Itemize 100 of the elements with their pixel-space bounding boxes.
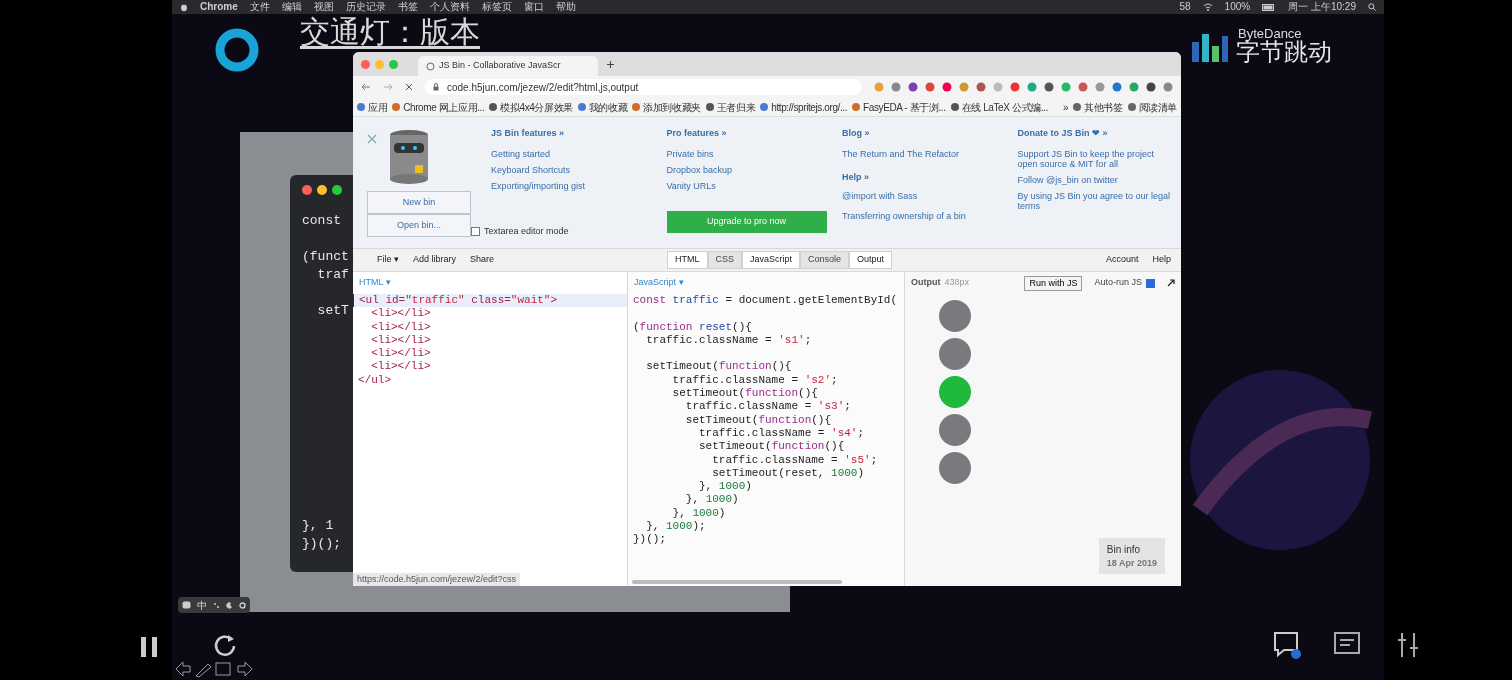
- code-line: traffic.className = 's3';: [684, 400, 852, 414]
- toolbar-link[interactable]: Help: [1152, 253, 1171, 267]
- menu-item[interactable]: 历史记录: [345, 1, 386, 13]
- code-line: </ul>: [357, 373, 392, 388]
- panel-label[interactable]: JavaScript ▾: [628, 272, 690, 294]
- wifi-icon: [1202, 3, 1213, 11]
- bookmark[interactable]: 模拟4x4分屏效果: [489, 99, 573, 115]
- panel-tab[interactable]: CSS: [707, 251, 742, 269]
- panel-tab[interactable]: Output: [849, 251, 893, 269]
- code-line: <li></li>: [370, 307, 432, 321]
- panel-label[interactable]: HTML ▾: [353, 272, 397, 294]
- code-line: traffic.className = 's5';: [711, 453, 879, 467]
- battery-percent: 100%: [1224, 1, 1251, 13]
- bookmark[interactable]: 王者归来: [705, 99, 756, 115]
- menu-link[interactable]: Keyboard Shortcuts: [491, 164, 647, 175]
- code-line: traffic.className = 's1';: [645, 333, 813, 348]
- checkbox[interactable]: [1146, 278, 1155, 288]
- panel-tab[interactable]: Console: [800, 251, 850, 269]
- menu-link[interactable]: By using JS Bin you agree to our legal terms: [1017, 190, 1173, 211]
- toolbar-link[interactable]: File ▾: [377, 253, 399, 267]
- circle-logo-icon: [215, 28, 259, 72]
- menu-heading[interactable]: Help »: [842, 170, 998, 184]
- menu-link[interactable]: Support JS Bin to keep the project open source & MIT for all: [1017, 148, 1173, 169]
- menu-item[interactable]: 窗口: [523, 1, 544, 13]
- moon-icon: [226, 601, 233, 609]
- slide-title: 交通灯：版本: [300, 15, 480, 49]
- battery-icon: [1262, 3, 1277, 11]
- bookmark[interactable]: http://spritejs.org/...: [760, 99, 848, 115]
- menu-item[interactable]: 帮助: [555, 1, 576, 13]
- checkbox[interactable]: [471, 227, 480, 237]
- menu-item[interactable]: 个人资料: [429, 1, 470, 13]
- code-line: const: [302, 212, 341, 229]
- menu-item[interactable]: 书签: [397, 1, 418, 13]
- bookmark-folder[interactable]: 其他书签: [1073, 99, 1123, 115]
- toolbar-link[interactable]: Add library: [413, 253, 457, 267]
- menu-link[interactable]: @import with Sass: [842, 190, 998, 204]
- menu-item[interactable]: 视图: [313, 1, 334, 13]
- menu-link[interactable]: The Return and The Refactor: [842, 148, 998, 159]
- bookmark[interactable]: Chrome 网上应用...: [392, 99, 485, 115]
- bin-date: 18 Apr 2019: [1106, 556, 1157, 570]
- code-line: setT: [316, 302, 349, 319]
- settings-icon: [239, 601, 246, 609]
- code-line: setTimeout(reset, 1000): [711, 466, 866, 481]
- code-line: traffic.className = 's4';: [698, 426, 866, 441]
- close-icon: [405, 83, 413, 91]
- arrow-icon: [1167, 279, 1175, 287]
- run-button[interactable]: Run with JS: [1024, 275, 1083, 291]
- code-line: <li></li>: [370, 347, 432, 361]
- code-line: <li></li>: [370, 333, 432, 348]
- status-url: https://code.h5jun.com/jezew/2/edit?css: [353, 573, 521, 586]
- code-line: traffic.className = 's2';: [671, 373, 839, 388]
- code-line: })();: [302, 535, 341, 552]
- menu-link[interactable]: Follow @js_bin on twitter: [1017, 174, 1173, 185]
- menu-item[interactable]: 编辑: [281, 1, 302, 13]
- menu-heading[interactable]: JS Bin features »: [491, 127, 647, 141]
- bookmark[interactable]: 在线 LaTeX 公式编...: [950, 99, 1048, 115]
- menu-item[interactable]: 文件: [249, 1, 270, 13]
- bookmark[interactable]: 添加到收藏夹: [632, 99, 701, 115]
- code-line: traf: [316, 266, 349, 283]
- menu-heading[interactable]: Blog »: [842, 127, 998, 141]
- address-bar[interactable]: code.h5jun.com/jezew/2/edit?html,js,output: [425, 79, 862, 95]
- panel-tab[interactable]: JavaScript: [742, 251, 801, 269]
- menu-link[interactable]: Private bins: [666, 148, 822, 159]
- status-count: 58: [1179, 1, 1191, 13]
- menu-button[interactable]: New bin: [367, 191, 471, 214]
- menu-link[interactable]: Exporting/importing gist: [491, 180, 647, 191]
- scrollbar[interactable]: [632, 580, 842, 584]
- comment-icon: [1272, 630, 1302, 660]
- code-line: setTimeout(function(){: [671, 387, 819, 401]
- drawing-tools-icon: [174, 660, 254, 678]
- toolbar-link[interactable]: Share: [470, 253, 495, 267]
- menu-item[interactable]: Chrome: [200, 1, 238, 13]
- clock: 周一 上午10:29: [1288, 1, 1356, 13]
- menu-heading[interactable]: Donate to JS Bin ❤ »: [1017, 127, 1173, 141]
- menu-link[interactable]: Vanity URLs: [666, 180, 822, 191]
- panel-tab[interactable]: HTML: [667, 251, 708, 269]
- browser-tab[interactable]: JS Bin - Collaborative JavaScr: [418, 56, 598, 76]
- forward-icon: [383, 83, 393, 91]
- menu-button[interactable]: Open bin...: [367, 214, 471, 237]
- code-line: setTimeout(function(){: [684, 413, 833, 427]
- code-line: })();: [632, 533, 667, 547]
- menu-link[interactable]: Getting started: [491, 148, 647, 159]
- menu-link[interactable]: Dropbox backup: [666, 164, 822, 175]
- menu-heading[interactable]: Pro features »: [666, 127, 822, 141]
- bookmark[interactable]: 应用: [357, 99, 388, 115]
- bookmark[interactable]: FasyEDA - 基于浏...: [852, 99, 946, 115]
- toolbar-link[interactable]: Account: [1105, 253, 1139, 267]
- bookmark[interactable]: 我的收藏: [577, 99, 628, 115]
- menu-link[interactable]: Transferring ownership of a bin: [842, 209, 998, 223]
- back-icon: [361, 83, 371, 91]
- bookmark-folder[interactable]: 阅读清单: [1127, 99, 1177, 115]
- input-method-bar[interactable]: 中: [178, 597, 250, 613]
- new-tab-icon: [606, 59, 615, 69]
- bin-info-card[interactable]: Bin info 18 Apr 2019: [1098, 537, 1165, 574]
- brand-name: ByteDance: [1238, 25, 1302, 41]
- menu-item[interactable]: 标签页: [481, 1, 512, 13]
- checkbox-label: Textarea editor mode: [484, 225, 569, 238]
- code-line: (funct: [302, 248, 349, 265]
- more-bookmarks[interactable]: »: [1063, 99, 1069, 115]
- punctuation-icon: [213, 601, 220, 609]
